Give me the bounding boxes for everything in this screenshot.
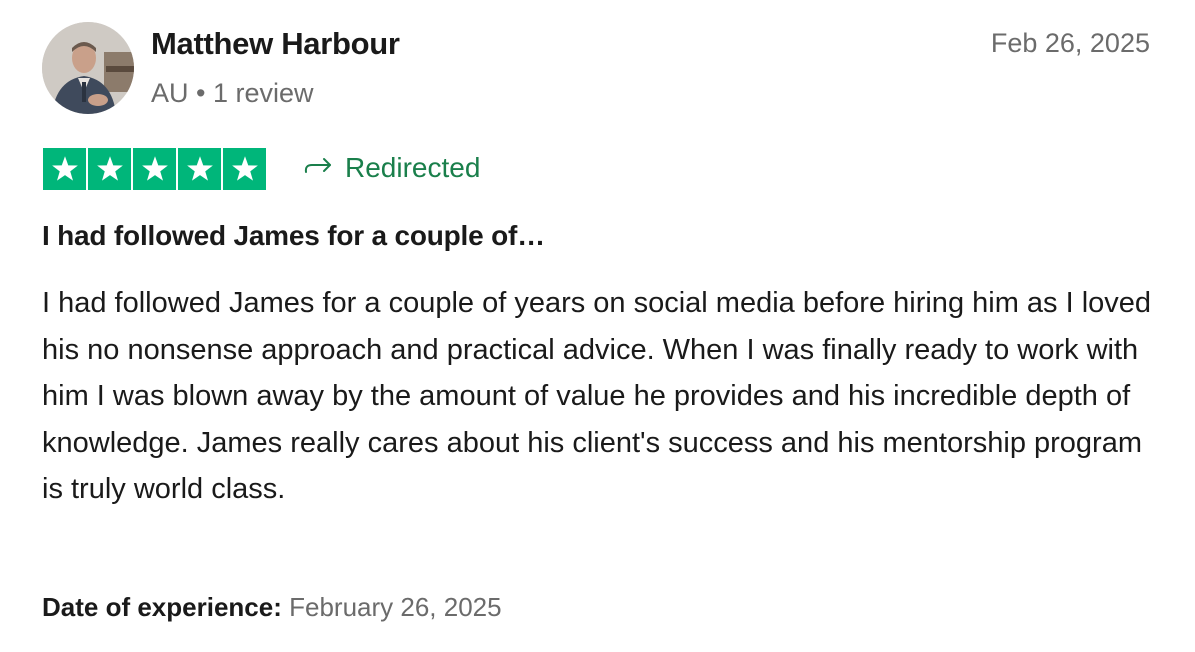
star-rating <box>43 148 266 190</box>
date-of-experience: Date of experience: February 26, 2025 <box>42 592 502 623</box>
reviewer-name[interactable]: Matthew Harbour <box>151 26 400 62</box>
star-icon <box>223 148 266 190</box>
experience-date: February 26, 2025 <box>289 592 502 622</box>
star-icon <box>88 148 131 190</box>
star-icon <box>43 148 86 190</box>
reviewer-avatar[interactable] <box>42 22 134 114</box>
review-card: Matthew Harbour AU • 1 review Feb 26, 20… <box>0 0 1195 652</box>
review-title[interactable]: I had followed James for a couple of… <box>42 220 545 252</box>
experience-label: Date of experience: <box>42 592 282 622</box>
star-icon <box>178 148 221 190</box>
avatar-photo <box>42 22 134 114</box>
redirected-badge[interactable]: Redirected <box>303 152 480 184</box>
reviewer-country: AU <box>151 78 189 108</box>
meta-separator: • <box>196 78 206 108</box>
redirected-label: Redirected <box>345 152 481 183</box>
reviewer-review-count: 1 review <box>213 78 314 108</box>
redirect-arrow-icon <box>303 152 335 184</box>
reviewer-meta: AU • 1 review <box>151 78 314 109</box>
star-icon <box>133 148 176 190</box>
review-body: I had followed James for a couple of yea… <box>42 287 1152 505</box>
review-date: Feb 26, 2025 <box>990 28 1150 58</box>
